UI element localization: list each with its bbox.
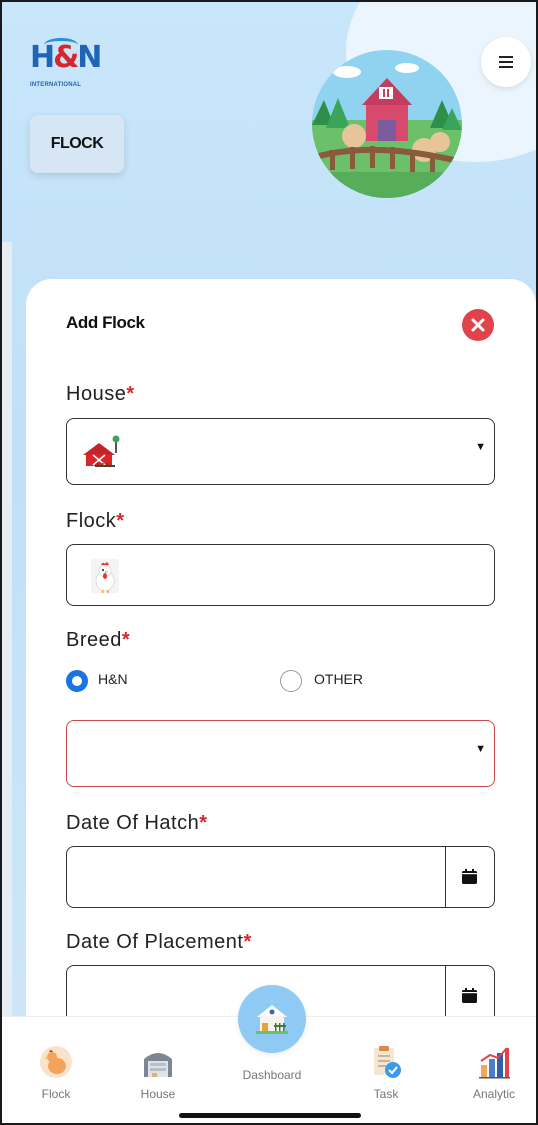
farm-scene-icon xyxy=(312,50,462,198)
nav-label-house: House xyxy=(140,1087,176,1101)
logo-mark: H&N xyxy=(30,40,102,76)
nav-label-analytic: Analytic xyxy=(472,1087,516,1101)
decorative-edge xyxy=(2,242,12,1022)
date-of-hatch-label-text: Date Of Hatch xyxy=(66,812,200,834)
nav-label-dashboard: Dashboard xyxy=(242,1068,302,1082)
date-of-hatch-label: Date Of Hatch* xyxy=(66,812,208,835)
logo-subtext: INTERNATIONAL xyxy=(30,82,82,88)
barn-icon xyxy=(83,435,120,467)
date-of-placement-label-text: Date Of Placement xyxy=(66,931,244,953)
section-tag: FLOCK xyxy=(30,115,124,173)
breed-select[interactable]: ▼ xyxy=(66,720,495,787)
bar-chart-icon xyxy=(479,1047,510,1079)
required-mark: * xyxy=(126,383,135,405)
close-icon xyxy=(471,318,485,332)
field-divider xyxy=(444,847,446,907)
hn-logo: H&N INTERNATIONAL xyxy=(30,38,102,94)
hamburger-menu-icon xyxy=(499,56,513,68)
nav-item-flock[interactable]: Flock xyxy=(16,1045,96,1101)
nav-item-analytic[interactable]: Analytic xyxy=(454,1045,534,1101)
house-label: House* xyxy=(66,383,135,406)
flock-label-text: Flock xyxy=(66,510,117,532)
dashboard-button[interactable] xyxy=(238,985,306,1053)
logo-ampersand: & xyxy=(53,40,79,75)
barn-icon xyxy=(144,1053,172,1077)
chevron-down-icon: ▼ xyxy=(475,743,486,755)
form-title: Add Flock xyxy=(66,313,145,332)
nav-label-flock: Flock xyxy=(41,1087,71,1101)
chevron-down-icon: ▼ xyxy=(475,441,486,453)
date-of-placement-label: Date Of Placement* xyxy=(66,931,252,954)
farm-illustration xyxy=(312,50,462,198)
chicken-icon xyxy=(91,559,119,593)
flock-label: Flock* xyxy=(66,510,125,533)
hamburger-menu-button[interactable] xyxy=(481,37,531,87)
nav-label-task: Task xyxy=(373,1087,399,1101)
required-mark: * xyxy=(199,812,208,834)
home-indicator[interactable] xyxy=(179,1113,361,1118)
calendar-icon[interactable] xyxy=(462,869,477,884)
app-screen: H&N INTERNATIONAL FLOCK Add Flock House*… xyxy=(0,0,538,1125)
required-mark: * xyxy=(121,629,131,651)
logo-letter-h: H xyxy=(30,40,55,75)
breed-option-other-label: OTHER xyxy=(314,671,363,687)
farmhouse-icon xyxy=(256,1005,288,1034)
chicken-icon xyxy=(40,1046,72,1078)
date-of-hatch-input[interactable] xyxy=(66,846,495,908)
nav-item-house[interactable]: House xyxy=(118,1045,198,1101)
add-flock-card: Add Flock House* ▼ Flock* Breed* H&N OTH… xyxy=(26,279,536,1039)
close-button[interactable] xyxy=(462,309,494,341)
breed-label-text: Breed xyxy=(66,629,122,651)
house-select[interactable]: ▼ xyxy=(66,418,495,485)
clipboard-check-icon xyxy=(374,1046,401,1078)
required-mark: * xyxy=(243,931,252,953)
flock-input[interactable] xyxy=(66,544,495,606)
breed-label: Breed* xyxy=(66,629,130,652)
breed-radio-other[interactable] xyxy=(280,670,302,692)
breed-radio-group: H&N OTHER xyxy=(66,667,495,697)
breed-radio-hn[interactable] xyxy=(66,670,88,692)
calendar-icon[interactable] xyxy=(462,988,477,1003)
house-label-text: House xyxy=(66,383,127,405)
breed-option-hn-label: H&N xyxy=(98,671,128,687)
logo-letter-n: N xyxy=(77,40,102,75)
nav-item-task[interactable]: Task xyxy=(346,1045,426,1101)
required-mark: * xyxy=(116,510,125,532)
